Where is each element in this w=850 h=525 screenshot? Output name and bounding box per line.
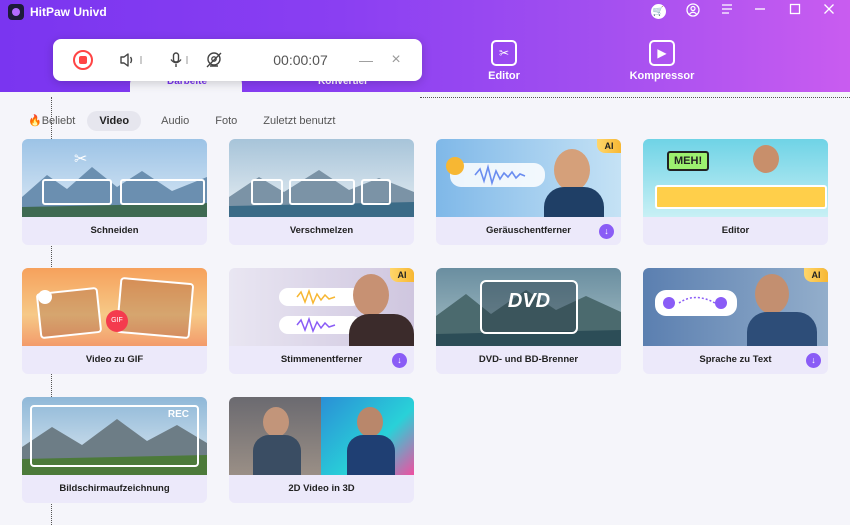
person-thumb	[263, 407, 289, 437]
tool-card-video-zu-gif[interactable]: GIF Video zu GIF	[22, 268, 207, 374]
download-icon[interactable]: ↓	[806, 353, 821, 368]
clip-segment	[361, 179, 391, 205]
menu-icon[interactable]	[718, 3, 736, 19]
person-thumb	[357, 407, 383, 437]
card-thumbnail: REC	[22, 397, 207, 475]
ai-badge: AI	[597, 139, 621, 153]
card-thumbnail: ✂	[22, 139, 207, 217]
clip-segment	[42, 179, 112, 205]
card-label: DVD- und BD-Brenner	[478, 354, 579, 365]
clip-segment	[120, 179, 205, 205]
frame-after	[115, 276, 195, 340]
card-thumbnail: DVD	[436, 268, 621, 346]
vocal-track	[279, 288, 361, 306]
recording-timer: 00:00:07	[273, 52, 328, 68]
card-label: Geräuschentferner	[485, 225, 571, 236]
card-label: Stimmenentferner	[280, 354, 363, 365]
recorder-minimize-button[interactable]: —	[356, 50, 376, 70]
ai-badge: AI	[804, 268, 828, 282]
tool-card-schneiden[interactable]: ✂ Schneiden	[22, 139, 207, 245]
compressor-icon: ▶	[649, 40, 675, 66]
editor-icon: ✂	[491, 40, 517, 66]
card-label: Video zu GIF	[85, 354, 144, 365]
tool-card-geraeuschentferner[interactable]: AI Geräuschentferner ↓	[436, 139, 621, 245]
meh-sticker: MEH!	[667, 151, 710, 171]
tool-card-sprache-zu-text[interactable]: AI Sprache zu Text ↓	[643, 268, 828, 374]
rec-indicator: REC	[167, 409, 189, 420]
card-thumbnail	[229, 397, 414, 475]
camera-off-icon[interactable]	[203, 50, 225, 70]
cart-icon[interactable]: 🛒	[651, 4, 666, 19]
ai-badge: AI	[390, 268, 414, 282]
volume-level	[139, 56, 142, 64]
mic-level	[185, 56, 188, 64]
recording-area-border-top	[420, 97, 850, 98]
clip-segment	[289, 179, 355, 205]
category-beliebt[interactable]: 🔥Beliebt	[28, 110, 75, 131]
dvd-logo: DVD	[507, 290, 551, 312]
noise-icon	[446, 157, 464, 175]
card-label: Editor	[721, 225, 750, 236]
close-icon[interactable]	[820, 3, 838, 19]
tool-card-2d-zu-3d[interactable]: 2D Video in 3D	[229, 397, 414, 503]
category-foto[interactable]: Foto	[215, 111, 237, 131]
tab-label: Editor	[488, 70, 520, 82]
card-thumbnail	[229, 268, 414, 346]
maximize-icon[interactable]	[786, 3, 804, 19]
app-title: HitPaw Univd	[30, 5, 107, 19]
dvd-frame: DVD	[480, 280, 578, 334]
recorder-close-button[interactable]: ×	[386, 50, 406, 70]
tool-card-dvd-brenner[interactable]: DVD DVD- und BD-Brenner	[436, 268, 621, 374]
tool-card-editor[interactable]: MEH! Editor	[643, 139, 828, 245]
card-label: Verschmelzen	[289, 225, 354, 236]
person-thumb	[353, 274, 389, 316]
account-icon[interactable]	[684, 3, 702, 19]
person-thumb	[755, 274, 789, 314]
audio-wave-bubble	[450, 163, 545, 187]
category-video[interactable]: Video	[87, 110, 142, 131]
tool-card-stimmenentferner[interactable]: AI Stimmenentferner ↓	[229, 268, 414, 374]
gif-icon: GIF	[106, 310, 128, 332]
person-thumb	[753, 145, 779, 173]
tool-card-verschmelzen[interactable]: Verschmelzen	[229, 139, 414, 245]
tab-label: Kompressor	[629, 70, 695, 82]
card-thumbnail: MEH!	[643, 139, 828, 217]
timeline-strip	[655, 185, 827, 209]
card-thumbnail	[229, 139, 414, 217]
card-label: 2D Video in 3D	[288, 483, 355, 494]
card-thumbnail	[436, 139, 621, 217]
category-tabs: 🔥Beliebt Video Audio Foto Zuletzt benutz…	[28, 110, 361, 131]
download-icon[interactable]: ↓	[599, 224, 614, 239]
play-icon	[38, 290, 52, 304]
speaker-icon[interactable]	[115, 50, 145, 70]
app-logo-icon	[8, 4, 24, 20]
scissors-icon: ✂	[74, 151, 88, 168]
recording-toolbar: 00:00:07 — ×	[53, 39, 422, 81]
card-thumbnail: GIF	[22, 268, 207, 346]
card-thumbnail	[643, 268, 828, 346]
tool-card-bildschirmaufzeichnung[interactable]: REC Bildschirmaufzeichnung	[22, 397, 207, 503]
clip-segment	[251, 179, 283, 205]
microphone-icon[interactable]	[163, 50, 193, 70]
card-label: Bildschirmaufzeichnung	[59, 483, 170, 494]
person-thumb	[554, 149, 590, 191]
card-label: Schneiden	[90, 225, 139, 236]
download-icon[interactable]: ↓	[392, 353, 407, 368]
category-audio[interactable]: Audio	[161, 111, 189, 131]
category-zuletzt[interactable]: Zuletzt benutzt	[263, 111, 335, 131]
tab-kompressor[interactable]: ▶ Kompressor	[602, 40, 722, 82]
card-label: Sprache zu Text	[699, 354, 772, 365]
speech-bubble	[655, 290, 737, 316]
stop-record-icon[interactable]	[73, 50, 93, 70]
minimize-icon[interactable]	[751, 3, 769, 19]
tab-editor[interactable]: ✂ Editor	[444, 40, 564, 82]
